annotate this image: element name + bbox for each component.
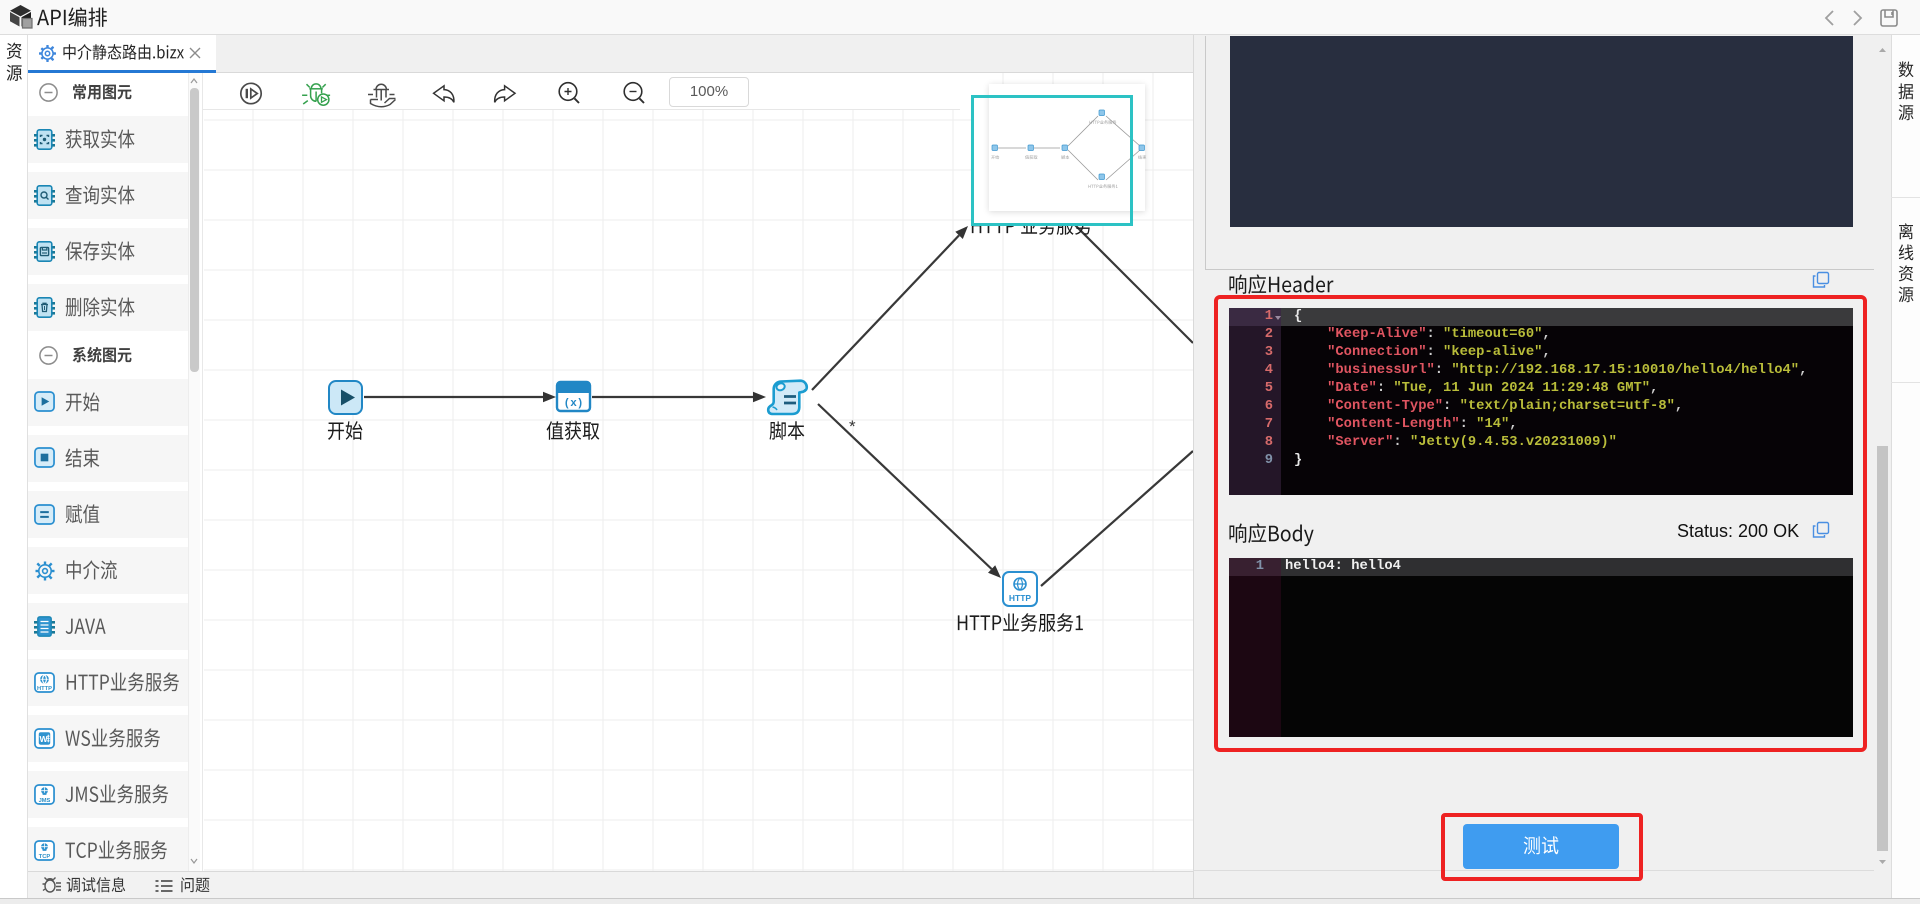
svg-text:HTTP: HTTP [1009,593,1032,603]
svg-text:*: * [849,417,856,436]
svg-text:(x): (x) [564,398,584,410]
